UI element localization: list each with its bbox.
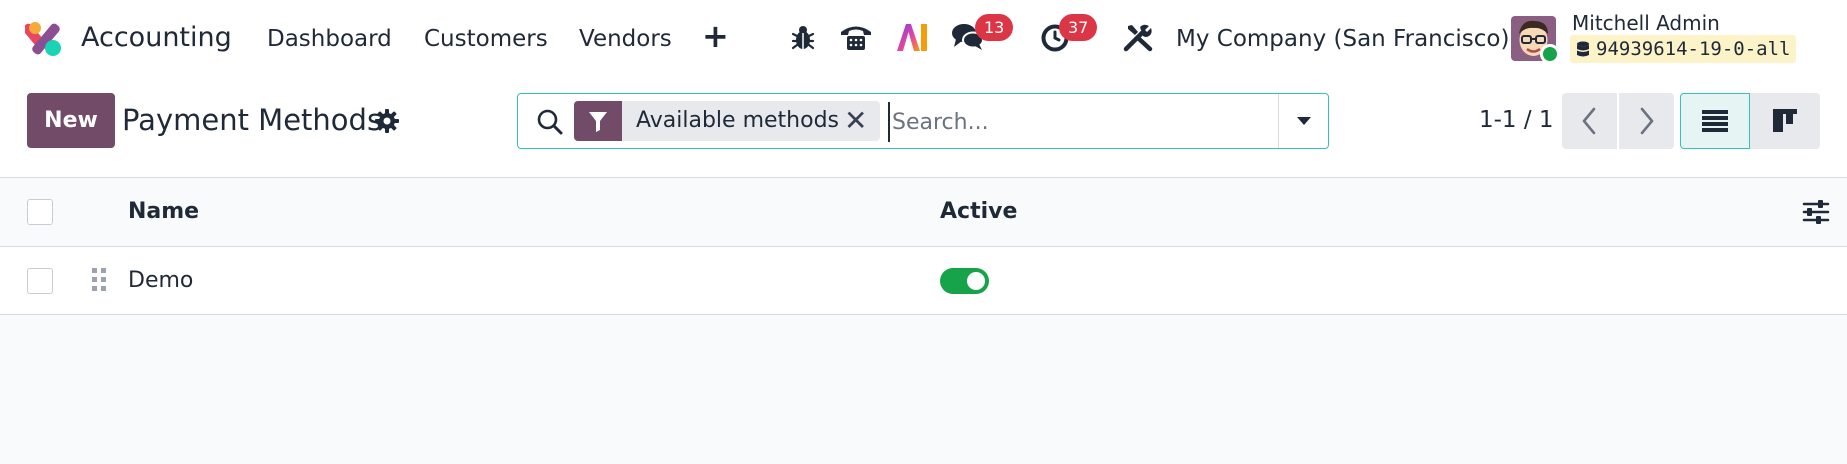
gear-icon[interactable] [374, 108, 400, 134]
app-name[interactable]: Accounting [81, 20, 232, 56]
company-switcher[interactable]: My Company (San Francisco) [1176, 24, 1509, 54]
list-view-button[interactable] [1680, 93, 1750, 149]
activities-count-badge: 37 [1059, 14, 1098, 41]
chevron-right-icon [1640, 107, 1654, 135]
kanban-view-button[interactable] [1750, 93, 1820, 149]
toggle-knob [967, 272, 985, 290]
tools-icon[interactable] [1122, 21, 1154, 53]
table-row[interactable]: Demo [0, 247, 1847, 315]
search-icon[interactable] [536, 108, 564, 136]
menu-dashboard[interactable]: Dashboard [267, 24, 392, 54]
ai-icon[interactable] [895, 21, 929, 53]
active-toggle[interactable] [940, 268, 989, 294]
messages-count-badge: 13 [975, 14, 1014, 41]
optional-columns-icon[interactable] [1801, 198, 1831, 226]
pager-previous-button[interactable] [1562, 93, 1617, 149]
column-header-active[interactable]: Active [940, 198, 1017, 226]
row-checkbox[interactable] [27, 268, 53, 294]
column-header-name[interactable]: Name [128, 198, 199, 226]
user-name[interactable]: Mitchell Admin [1572, 10, 1720, 36]
menu-vendors[interactable]: Vendors [579, 24, 672, 54]
search-bar: Available methods ✕ [517, 93, 1329, 149]
new-button[interactable]: New [27, 93, 115, 148]
search-input[interactable] [888, 102, 1288, 142]
menu-plus-icon[interactable]: + [702, 18, 729, 54]
database-chip: 94939614-19-0-all [1570, 35, 1797, 63]
search-facet: Available methods ✕ [574, 101, 880, 141]
facet-label: Available methods [636, 108, 839, 133]
top-navbar: Accounting Dashboard Customers Vendors + [0, 0, 1847, 77]
list-header: Name Active [0, 178, 1847, 247]
online-status-icon [1540, 44, 1560, 64]
drag-handle-icon[interactable] [90, 266, 108, 294]
accounting-app-icon[interactable] [22, 20, 65, 58]
caret-down-icon [1297, 117, 1311, 125]
search-options-toggle[interactable] [1278, 94, 1328, 148]
pager-next-button[interactable] [1619, 93, 1674, 149]
list-view-icon [1702, 110, 1728, 132]
select-all-checkbox[interactable] [27, 199, 53, 225]
kanban-view-icon [1773, 109, 1797, 132]
phone-icon[interactable] [838, 21, 874, 53]
database-name: 94939614-19-0-all [1596, 38, 1791, 60]
debug-icon[interactable] [787, 21, 819, 53]
remove-facet-icon[interactable]: ✕ [844, 105, 867, 137]
filter-icon [574, 101, 622, 141]
chevron-left-icon [1582, 107, 1596, 135]
menu-customers[interactable]: Customers [424, 24, 548, 54]
page-title: Payment Methods [122, 103, 383, 137]
database-icon [1577, 41, 1589, 56]
cell-name[interactable]: Demo [128, 267, 193, 295]
control-panel: New Payment Methods Available methods ✕ … [0, 77, 1847, 178]
pager-value[interactable]: 1-1 / 1 [1479, 105, 1554, 135]
